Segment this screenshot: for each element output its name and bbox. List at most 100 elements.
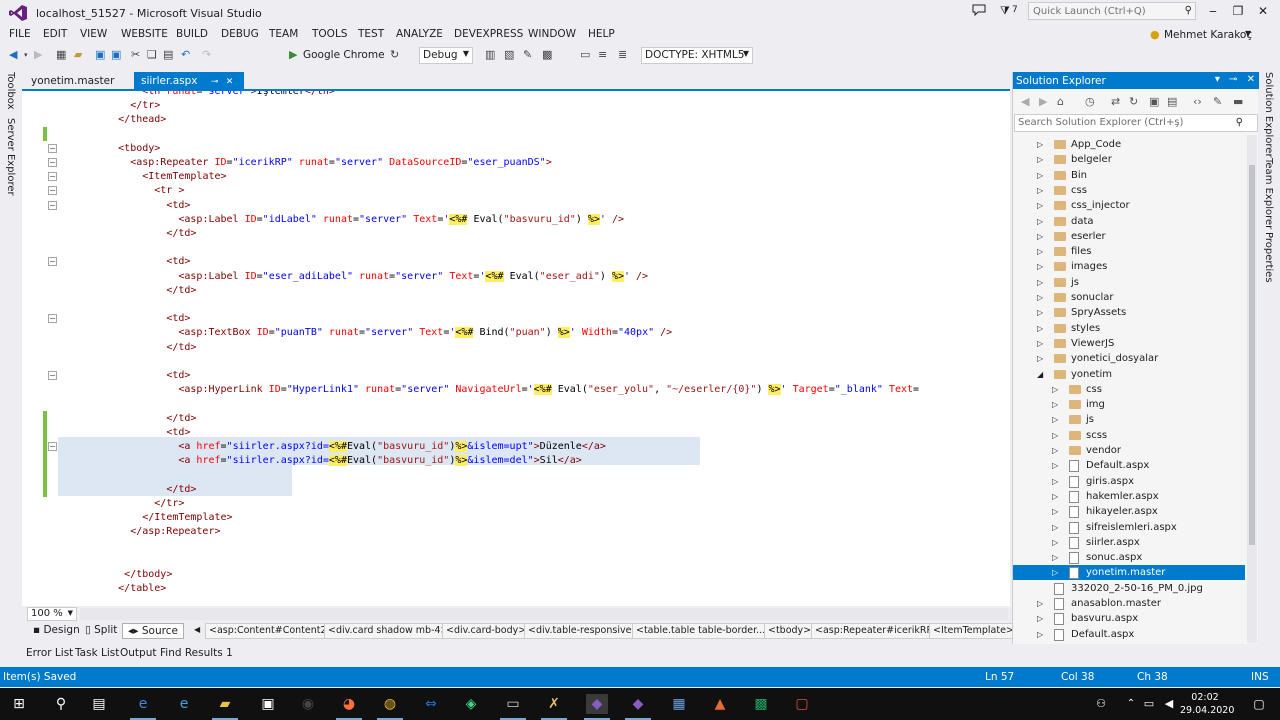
uncomment-icon[interactable]: ≡ <box>598 48 607 61</box>
user-name[interactable]: Mehmet Karakoç <box>1164 29 1252 41</box>
tab-siirler-aspx[interactable]: siirler.aspx ⊸ ✕ <box>134 72 244 90</box>
tree-item[interactable]: ▷ img <box>1013 397 1245 412</box>
format-icon[interactable]: ≣ <box>618 48 627 61</box>
collapsed-arrow-icon[interactable]: ▷ <box>1052 458 1058 473</box>
paste-icon[interactable]: ▤ <box>163 48 173 61</box>
home-icon[interactable]: ⌂ <box>1057 95 1064 108</box>
run-icon[interactable]: ▶ <box>289 48 297 61</box>
tab-yonetim-master[interactable]: yonetim.master <box>24 72 134 90</box>
collapsed-arrow-icon[interactable]: ▷ <box>1037 290 1043 305</box>
code-text-area[interactable]: <th runat="server">İşlemler</th> </tr> </t… <box>58 91 1010 606</box>
tools-icon[interactable]: ✗ <box>543 694 565 714</box>
tree-item[interactable]: ▷ css_injector <box>1013 198 1245 213</box>
menu-help[interactable]: HELP <box>588 28 615 40</box>
menu-analyze[interactable]: ANALYZE <box>396 28 443 40</box>
expanded-arrow-icon[interactable]: ◢ <box>1037 367 1043 382</box>
collapsed-arrow-icon[interactable]: ▷ <box>1037 259 1043 274</box>
menu-edit[interactable]: EDIT <box>43 28 67 40</box>
back-dropdown-icon[interactable]: ▾ <box>24 51 28 59</box>
doctype-select[interactable]: DOCTYPE: XHTML5 ▼ <box>641 47 753 64</box>
tab-source[interactable]: ◂▸ Source <box>122 623 184 639</box>
undo-icon[interactable]: ↶ <box>181 48 190 61</box>
tree-item[interactable]: ▷ anasablon.master <box>1013 596 1245 611</box>
publish-icon[interactable]: ▧ <box>504 48 514 61</box>
windows-start-icon[interactable]: ⊞ <box>8 694 30 714</box>
collapsed-arrow-icon[interactable]: ▷ <box>1037 627 1043 642</box>
notification-center-icon[interactable]: ▢ <box>1248 694 1270 714</box>
tree-item[interactable]: ▷ siirler.aspx <box>1013 535 1245 550</box>
back-icon[interactable]: ◀ <box>9 48 17 61</box>
notifications-icon[interactable] <box>972 4 986 19</box>
collapse-toggle-icon[interactable]: − <box>48 314 57 324</box>
tree-item[interactable]: ▷ Default.aspx <box>1013 458 1245 473</box>
collapsed-arrow-icon[interactable]: ▷ <box>1037 351 1043 366</box>
comment-icon[interactable]: ▭ <box>580 48 590 61</box>
server-explorer-tab[interactable]: Server Explorer <box>5 118 16 196</box>
android-studio-icon[interactable]: ◈ <box>460 694 482 714</box>
visual-studio-icon[interactable]: ◆ <box>627 694 649 714</box>
zoom-select[interactable]: 100 % ▼ <box>27 607 77 621</box>
breadcrumb-scroll-left-icon[interactable]: ◀ <box>194 625 200 634</box>
tree-item[interactable]: ▷ yonetim.master <box>1013 565 1245 581</box>
firefox-icon[interactable]: ◕ <box>338 694 360 714</box>
auto-hide-pin-icon[interactable]: ⊸ <box>1229 74 1237 85</box>
tab-error-list[interactable]: Error List <box>26 647 73 659</box>
collapse-toggle-icon[interactable]: − <box>48 143 57 153</box>
code-editor[interactable]: <th runat="server">İşlemler</th> </tr> </t… <box>22 89 1010 606</box>
collapse-toggle-icon[interactable]: − <box>48 200 57 210</box>
configuration-select[interactable]: Debug ▼ <box>419 47 473 64</box>
collapsed-arrow-icon[interactable]: ▷ <box>1052 565 1058 580</box>
breadcrumb-item[interactable]: <asp:Content#Content2> <box>205 623 339 639</box>
open-file-icon[interactable]: ▰ <box>74 48 82 61</box>
show-all-files-icon[interactable]: ▤ <box>1167 95 1177 108</box>
refresh-icon[interactable]: ↻ <box>390 48 399 61</box>
redo-icon[interactable]: ↷ <box>202 48 211 61</box>
cut-icon[interactable]: ✂ <box>131 48 140 61</box>
visual-studio-icon[interactable]: ◆ <box>586 694 608 714</box>
app-red-icon[interactable]: ▢ <box>791 694 813 714</box>
tree-item[interactable]: ▷ css <box>1013 183 1245 198</box>
tree-item[interactable]: ▷ files <box>1013 244 1245 259</box>
app-dark-icon[interactable]: ◉ <box>297 694 319 714</box>
browser-link-icon[interactable]: ▥ <box>485 48 495 61</box>
tree-item[interactable]: ◢ yonetim <box>1013 367 1245 382</box>
collapsed-arrow-icon[interactable]: ▷ <box>1052 550 1058 565</box>
breadcrumb-item[interactable]: <asp:Repeater#icerikRP> <box>811 623 945 639</box>
menu-test[interactable]: TEST <box>358 28 384 40</box>
properties-icon[interactable]: ✎ <box>1213 95 1222 108</box>
terminal-icon[interactable]: ▭ <box>502 694 524 714</box>
tree-item[interactable]: ▷ basvuru.aspx <box>1013 611 1245 626</box>
window-position-icon[interactable]: ▾ <box>1215 74 1220 85</box>
collapsed-arrow-icon[interactable]: ▷ <box>1037 152 1043 167</box>
collapse-all-icon[interactable]: ▣ <box>1149 95 1159 108</box>
tree-item[interactable]: ▷ eserler <box>1013 229 1245 244</box>
menu-view[interactable]: VIEW <box>80 28 107 40</box>
pin-icon[interactable]: ⊸ <box>211 77 219 87</box>
collapsed-arrow-icon[interactable]: ▷ <box>1037 183 1043 198</box>
tab-task-list[interactable]: Task List <box>75 647 119 659</box>
volume-icon[interactable]: ◀ <box>1158 694 1180 714</box>
collapsed-arrow-icon[interactable]: ▷ <box>1037 168 1043 183</box>
breadcrumb-item[interactable]: <div.card shadow mb-4> <box>324 623 453 639</box>
collapsed-arrow-icon[interactable]: ▷ <box>1052 535 1058 550</box>
team-explorer-tab[interactable]: Team Explorer <box>1263 158 1274 229</box>
collapsed-arrow-icon[interactable]: ▷ <box>1037 137 1043 152</box>
network-icon[interactable]: ▭ <box>1138 694 1160 714</box>
tree-item[interactable]: ▷ ViewerJS <box>1013 336 1245 351</box>
tree-scrollbar[interactable] <box>1247 135 1257 643</box>
task-view-icon[interactable]: ▤ <box>88 694 110 714</box>
sync-icon[interactable]: ⇄ <box>1111 95 1120 108</box>
user-chevron-down-icon[interactable]: ▼ <box>1245 29 1251 38</box>
menu-team[interactable]: TEAM <box>269 28 298 40</box>
tree-item[interactable]: ▷ belgeler <box>1013 152 1245 167</box>
collapsed-arrow-icon[interactable]: ▷ <box>1052 443 1058 458</box>
quick-launch-input[interactable]: Quick Launch (Ctrl+Q) ⚲ <box>1028 2 1196 20</box>
collapsed-arrow-icon[interactable]: ▷ <box>1037 229 1043 244</box>
menu-debug[interactable]: DEBUG <box>221 28 259 40</box>
restore-button[interactable]: ❐ <box>1228 4 1248 20</box>
collapse-toggle-icon[interactable]: − <box>48 442 57 451</box>
wrench-icon[interactable]: ✎ <box>523 48 532 61</box>
copy-icon[interactable]: ❏ <box>147 48 157 61</box>
tree-item[interactable]: ▷ sonuc.aspx <box>1013 550 1245 565</box>
view-code-icon[interactable]: ‹› <box>1193 95 1202 108</box>
